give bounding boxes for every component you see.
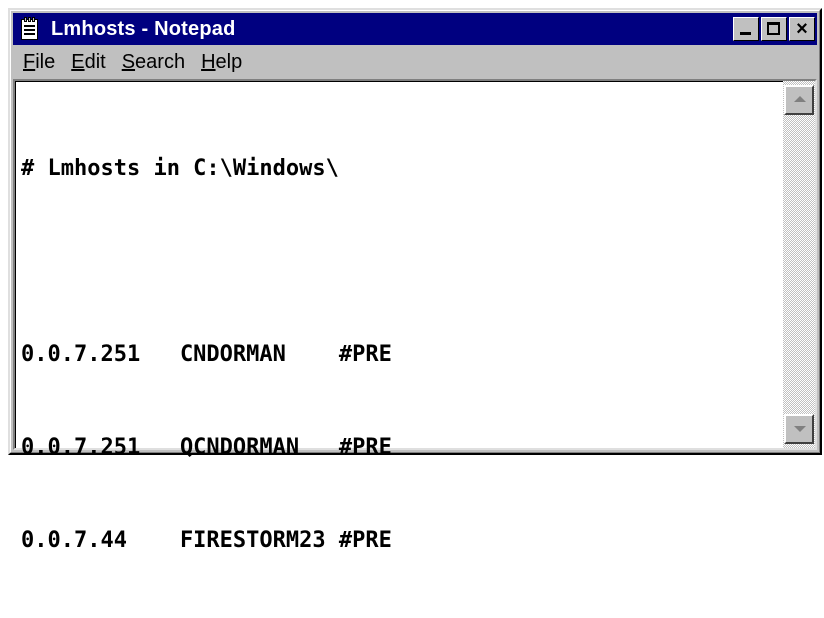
document-line: ​: [21, 246, 775, 277]
menu-help[interactable]: Help: [201, 51, 242, 74]
menu-search-accel: S: [121, 50, 136, 73]
notepad-icon-line: [24, 25, 35, 27]
window-controls: ×: [731, 17, 815, 41]
arrow-up-icon: [794, 96, 806, 102]
menu-edit-accel: E: [71, 50, 85, 73]
notepad-window: Lmhosts - Notepad × File Edit Search Hel…: [8, 8, 822, 553]
notepad-icon-ring: [28, 17, 31, 22]
maximize-button[interactable]: [761, 17, 787, 41]
document-line: 0.0.7.251 QCNDORMAN #PRE: [21, 435, 392, 460]
minimize-button[interactable]: [733, 17, 759, 41]
document-line: 0.0.7.251 CNDORMAN #PRE: [21, 342, 392, 367]
menu-edit[interactable]: Edit: [71, 51, 105, 74]
document-text[interactable]: # Lmhosts in C:\Windows\ ​ 0.0.7.251 CND…: [21, 91, 775, 553]
close-icon: ×: [796, 18, 808, 40]
menu-file-label: ile: [35, 50, 56, 73]
notepad-icon[interactable]: [19, 17, 41, 41]
menu-search[interactable]: Search: [122, 51, 185, 74]
notepad-icon-ring: [24, 17, 27, 22]
menu-help-label: elp: [215, 50, 243, 73]
document-line: # Lmhosts in C:\Windows\: [21, 156, 339, 181]
scroll-down-button[interactable]: [784, 414, 814, 444]
menu-search-label: earch: [135, 50, 186, 73]
window-title: Lmhosts - Notepad: [51, 17, 236, 40]
document-line: 0.0.7.44 FIRESTORM23 #PRE: [21, 528, 392, 553]
vertical-scrollbar[interactable]: [783, 81, 815, 448]
notepad-icon-line: [24, 29, 35, 31]
menu-file[interactable]: File: [23, 51, 55, 74]
title-bar[interactable]: Lmhosts - Notepad ×: [13, 13, 817, 45]
menu-bar: File Edit Search Help: [13, 47, 817, 77]
text-editor[interactable]: # Lmhosts in C:\Windows\ ​ 0.0.7.251 CND…: [13, 79, 817, 553]
arrow-down-icon: [794, 426, 806, 432]
close-button[interactable]: ×: [789, 17, 815, 41]
notepad-icon-line: [24, 33, 35, 35]
menu-edit-label: dit: [84, 50, 106, 73]
menu-help-accel: H: [201, 50, 216, 73]
menu-file-accel: F: [23, 50, 36, 73]
scroll-up-button[interactable]: [784, 85, 814, 115]
notepad-icon-ring: [32, 17, 35, 22]
